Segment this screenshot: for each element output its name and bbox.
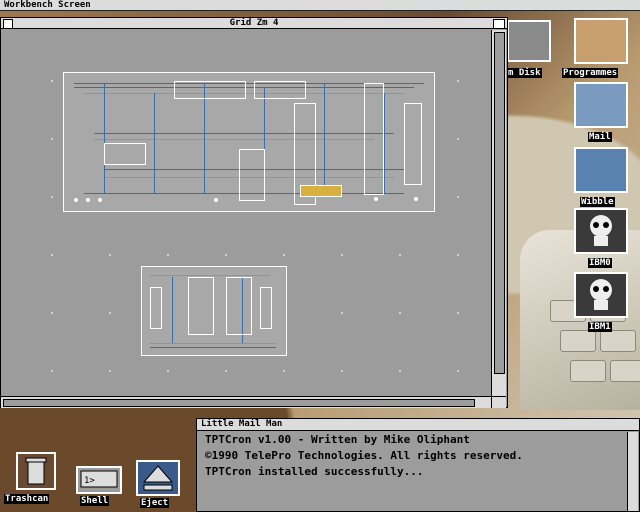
ibm1-disk-icon[interactable]: IBM1	[572, 272, 632, 334]
shell-output[interactable]: TPTCron v1.00 - Written by Mike Oliphant…	[199, 432, 625, 510]
eject-icon[interactable]: Eject	[136, 460, 186, 508]
shell-line: TPTCron v1.00 - Written by Mike Oliphant	[205, 433, 470, 446]
wibble-drawer-icon[interactable]: Wibble	[572, 147, 632, 209]
mail-drawer-icon[interactable]: Mail	[572, 82, 632, 144]
window-title: Grid Zm 4	[229, 18, 279, 28]
pcb-canvas[interactable]	[3, 30, 489, 396]
shell-title: Little Mail Man	[201, 419, 283, 429]
shell-title-bar[interactable]: Little Mail Man	[197, 419, 639, 431]
vertical-scrollbar[interactable]	[491, 30, 506, 396]
vertical-scroll-knob[interactable]	[494, 32, 505, 374]
trashcan-icon[interactable]: Trashcan	[4, 452, 74, 508]
horizontal-scrollbar[interactable]	[1, 396, 491, 408]
shell-line: TPTCron installed successfully...	[205, 465, 424, 478]
grid-window[interactable]: Grid Zm 4	[0, 17, 508, 408]
shell-icon[interactable]: 1> Shell	[76, 466, 128, 508]
screen-title: Workbench Screen	[4, 0, 91, 10]
ibm0-disk-icon[interactable]: IBM0	[572, 208, 632, 270]
screen-title-bar[interactable]: Workbench Screen	[0, 0, 640, 11]
programmes-drawer-icon[interactable]: Programmes	[562, 18, 632, 80]
pcb-board-small[interactable]	[141, 266, 287, 356]
resize-gadget-icon[interactable]	[491, 396, 506, 408]
window-title-bar[interactable]: Grid Zm 4	[1, 18, 507, 29]
ram-disk-icon[interactable]: m Disk	[507, 18, 555, 80]
shell-window[interactable]: Little Mail Man TPTCron v1.00 - Written …	[196, 418, 640, 512]
horizontal-scroll-knob[interactable]	[3, 399, 475, 407]
svg-text:1>: 1>	[84, 476, 95, 486]
pcb-board-main[interactable]	[63, 72, 435, 212]
depth-gadget-icon[interactable]	[493, 19, 505, 29]
close-gadget-icon[interactable]	[3, 19, 13, 29]
shell-scrollbar[interactable]	[627, 432, 638, 511]
shell-line: ©1990 TelePro Technologies. All rights r…	[205, 449, 523, 462]
